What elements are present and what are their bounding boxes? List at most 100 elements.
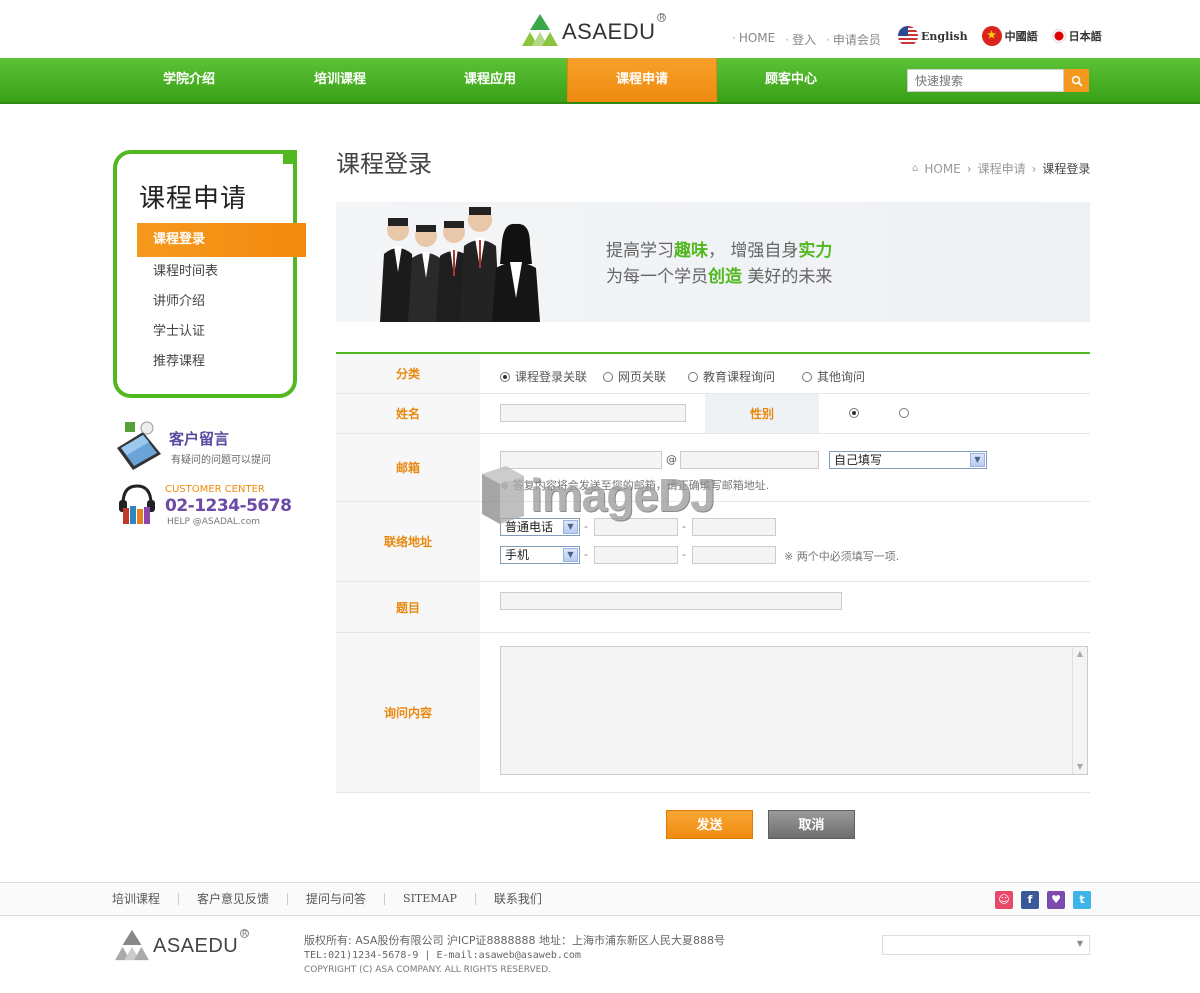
customer-message-banner[interactable]: 客户留言 有疑问的问题可以提问 (113, 418, 293, 472)
top-link-login[interactable]: 登入 (785, 31, 816, 48)
banner-slogan: 提高学习趣味， 增强自身实力 为每一个学员创造 美好的未来 (606, 238, 832, 290)
sidebar-item-course-login[interactable]: 课程登录 (137, 223, 306, 257)
watermark-cube-icon (482, 466, 524, 524)
slogan-text: 为每一个学员 (606, 267, 708, 287)
radio-checked-icon (500, 371, 510, 382)
contact-note: ※ 两个中必须填写一项. (784, 550, 900, 563)
gender-label: 性别 (705, 394, 819, 433)
slogan-text: ， 增强自身 (708, 241, 799, 261)
nav-item-customer-center[interactable]: 顾客中心 (716, 58, 866, 102)
chevron-down-icon: ▼ (970, 453, 985, 467)
form-row-content: 询问内容 ▲ ▼ (336, 633, 1090, 793)
footer-copyright: COPYRIGHT (C) ASA COMPANY. ALL RIGHTS RE… (304, 965, 552, 975)
site-logo[interactable]: ASAEDU R (520, 12, 667, 48)
twitter-icon[interactable]: t (1073, 891, 1091, 909)
name-label: 姓名 (336, 394, 480, 433)
breadcrumb-section[interactable]: 课程申请 (978, 160, 1026, 177)
footer-link-sitemap[interactable]: SITEMAP (384, 893, 475, 905)
customer-message-subtitle: 有疑问的问题可以提问 (171, 455, 271, 466)
breadcrumb-current: 课程登录 (1042, 162, 1091, 176)
cn-flag-icon: ★ (981, 26, 1002, 46)
content-textarea[interactable]: ▲ ▼ (500, 646, 1088, 775)
footer-bar: 培训课程 客户意见反馈 提问与问答 SITEMAP 联系我们 ☺ f ♥ t (0, 882, 1200, 916)
facebook-icon[interactable]: f (1021, 891, 1039, 909)
footer-registered-mark: R (240, 929, 250, 938)
chevron-right-icon: › (966, 161, 972, 176)
gender-radio-male[interactable] (849, 408, 859, 418)
mobile-type-select-value: 手机 (505, 548, 530, 562)
customer-center-phone: 02-1234-5678 (165, 496, 292, 516)
customer-message-title: 客户留言 (169, 430, 230, 448)
lang-english-label: English (921, 29, 968, 43)
top-link-home[interactable]: HOME (732, 31, 775, 48)
textarea-scrollbar[interactable]: ▲ ▼ (1072, 647, 1087, 774)
promo-banner: 提高学习趣味， 增强自身实力 为每一个学员创造 美好的未来 (336, 202, 1090, 322)
registered-mark: R (657, 13, 667, 22)
customer-center-banner: CUSTOMER CENTER 02-1234-5678 HELP @ASADA… (113, 482, 293, 532)
chevron-down-icon: ▼ (563, 548, 578, 562)
radio-icon (899, 408, 909, 418)
send-button[interactable]: 发送 (666, 810, 753, 839)
contact-label: 联络地址 (336, 502, 480, 581)
radio-icon (688, 371, 698, 382)
footer-link-qna[interactable]: 提问与问答 (287, 893, 384, 905)
footer-logo: ASAEDU R (113, 928, 250, 962)
form-row-subject: 题目 (336, 582, 1090, 633)
email-label: 邮箱 (336, 434, 480, 501)
search-icon (1071, 75, 1083, 87)
category-option-label: 网页关联 (618, 370, 667, 384)
gender-radio-female[interactable] (899, 408, 909, 418)
sidebar-item-certification[interactable]: 学士认证 (137, 317, 306, 347)
yozm-icon[interactable]: ♥ (1047, 891, 1065, 909)
sidebar-title: 课程申请 (139, 184, 248, 214)
top-links: HOME 登入 申请会员 (732, 31, 881, 48)
category-radio-course[interactable]: 课程登录关联 (500, 368, 587, 385)
email-domain-select[interactable]: 自己填写 ▼ (829, 451, 987, 469)
quick-search (907, 69, 1089, 92)
mobile-part2-input[interactable] (594, 546, 678, 564)
category-radio-web[interactable]: 网页关联 (603, 368, 666, 385)
watermark-text: imageDJ (530, 469, 716, 521)
students-photo (380, 207, 540, 322)
social-links: ☺ f ♥ t (995, 891, 1091, 909)
footer-link-contact[interactable]: 联系我们 (474, 893, 560, 905)
search-input[interactable] (907, 69, 1064, 92)
subject-input[interactable] (500, 592, 842, 610)
nav-item-academy[interactable]: 学院介绍 (114, 58, 264, 102)
top-link-join[interactable]: 申请会员 (826, 31, 881, 48)
slogan-highlight: 趣味 (674, 241, 708, 261)
us-flag-icon (898, 26, 918, 46)
footer-link-courses[interactable]: 培训课程 (112, 893, 178, 905)
watermark: imageDJ (480, 464, 716, 526)
breadcrumb-home[interactable]: HOME (924, 162, 960, 176)
name-input[interactable] (500, 404, 686, 422)
scroll-down-icon[interactable]: ▼ (1073, 760, 1087, 774)
nav-item-courses[interactable]: 培训课程 (265, 58, 415, 102)
scroll-up-icon[interactable]: ▲ (1073, 647, 1087, 661)
me2day-icon[interactable]: ☺ (995, 891, 1013, 909)
form-row-category: 分类 课程登录关联 网页关联 教育课程询问 其他询问 (336, 354, 1090, 394)
sidebar-menu-box: 课程申请 课程登录 课程时间表 讲师介绍 学士认证 推荐课程 (113, 150, 306, 398)
lang-chinese[interactable]: ★ 中國語 (981, 26, 1038, 46)
category-option-label: 课程登录关联 (515, 370, 588, 384)
family-site-select[interactable] (882, 935, 1090, 955)
sidebar-item-schedule[interactable]: 课程时间表 (137, 257, 306, 287)
category-radio-other[interactable]: 其他询问 (802, 368, 865, 385)
cancel-button[interactable]: 取消 (768, 810, 855, 839)
mobile-part3-input[interactable] (692, 546, 776, 564)
search-button[interactable] (1064, 69, 1089, 92)
customer-center-label: CUSTOMER CENTER (165, 484, 265, 495)
customer-center-email: HELP @ASADAL.com (167, 517, 260, 527)
lang-japanese[interactable]: 日本語 (1051, 28, 1102, 44)
slogan-text: 提高学习 (606, 241, 674, 261)
dash: - (682, 548, 686, 561)
lang-english[interactable]: English (898, 26, 968, 46)
category-radio-education[interactable]: 教育课程询问 (688, 368, 775, 385)
footer-info: 版权所有: ASA股份有限公司 沪ICP证8888888 地址：上海市浦东新区人… (304, 933, 725, 978)
nav-item-enrollment[interactable]: 课程申请 (567, 58, 717, 102)
nav-item-application[interactable]: 课程应用 (415, 58, 565, 102)
sidebar-item-instructors[interactable]: 讲师介绍 (137, 287, 306, 317)
sidebar-item-recommended[interactable]: 推荐课程 (137, 347, 306, 377)
mobile-type-select[interactable]: 手机 ▼ (500, 546, 580, 564)
footer-link-feedback[interactable]: 客户意见反馈 (178, 893, 287, 905)
